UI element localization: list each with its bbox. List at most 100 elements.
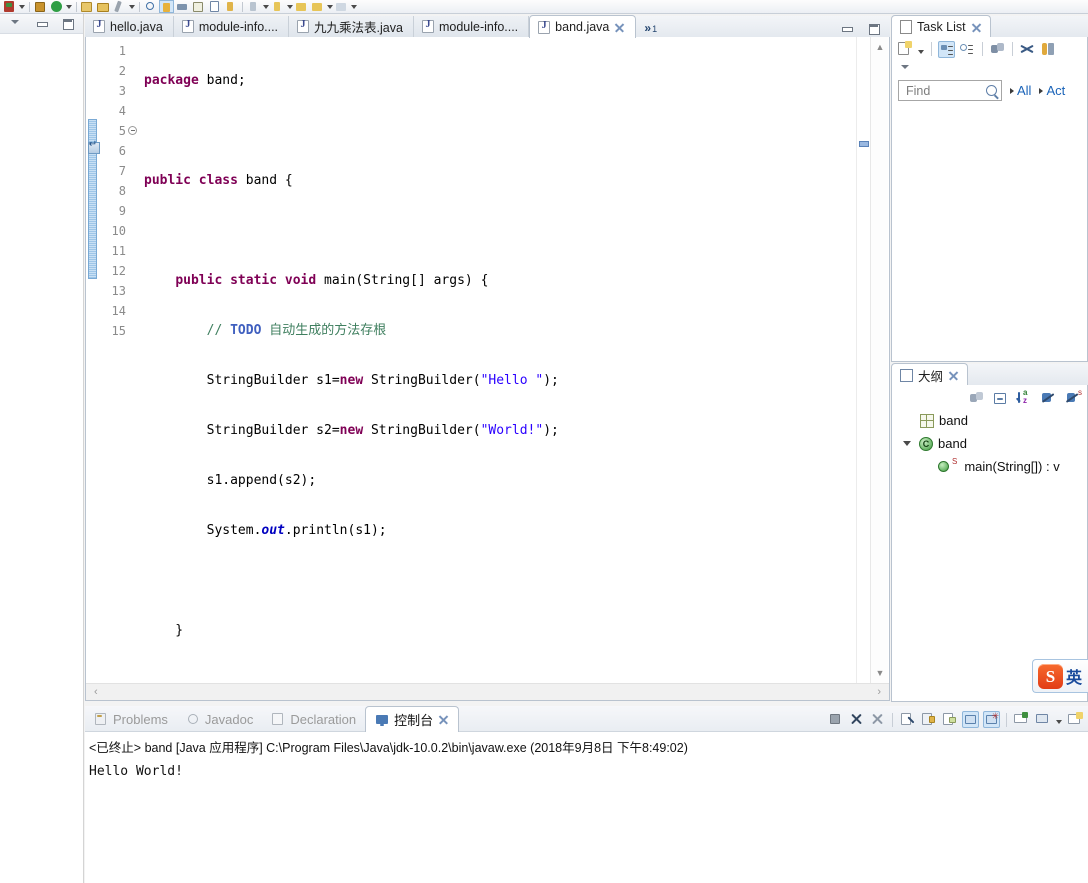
synchronize-changed-icon[interactable] bbox=[1019, 41, 1036, 58]
prev-annotation-dropdown-arrow-icon[interactable] bbox=[286, 0, 294, 13]
brush-dropdown-arrow-icon[interactable] bbox=[128, 0, 136, 13]
sogou-ime-indicator[interactable]: 英 bbox=[1032, 659, 1088, 693]
todo-task-marker-icon[interactable] bbox=[87, 139, 100, 154]
filter-link-activate[interactable]: Act bbox=[1039, 83, 1065, 98]
toolbar-search-button[interactable] bbox=[143, 0, 158, 13]
display-selected-console-icon[interactable] bbox=[1013, 711, 1030, 728]
editor-horizontal-scrollbar[interactable]: ‹ › bbox=[86, 683, 889, 700]
filter-link-all[interactable]: All bbox=[1010, 83, 1031, 98]
scroll-down-icon[interactable]: ▼ bbox=[871, 665, 889, 681]
close-icon[interactable] bbox=[614, 22, 625, 33]
editor-overview-ruler[interactable] bbox=[856, 37, 870, 700]
console-tab-label: Declaration bbox=[290, 711, 357, 727]
tab-problems[interactable]: Problems bbox=[85, 707, 177, 731]
last-edit-dropdown-arrow-icon[interactable] bbox=[350, 0, 358, 13]
console-tab-label: Problems bbox=[113, 711, 168, 727]
new-task-icon[interactable] bbox=[896, 40, 913, 58]
new-task-dropdown-arrow-icon[interactable] bbox=[917, 41, 925, 58]
overview-ruler-marker[interactable] bbox=[859, 141, 869, 147]
maximize-icon[interactable] bbox=[867, 22, 880, 35]
pin-console-icon[interactable]: ✳ bbox=[983, 711, 1000, 728]
editor-body[interactable]: 1 2 3 4 5 6 7 8 9 10 11 12 13 14 15 bbox=[85, 37, 890, 701]
scheduled-presentation-icon[interactable] bbox=[959, 41, 976, 58]
tab-task-list[interactable]: Task List bbox=[891, 15, 991, 38]
forward-dropdown-arrow-icon[interactable] bbox=[326, 0, 334, 13]
focus-on-active-task-icon[interactable] bbox=[968, 390, 985, 407]
chevron-double-right-icon: » bbox=[644, 21, 652, 35]
search-input[interactable]: Find bbox=[898, 80, 1002, 101]
categorized-presentation-icon[interactable] bbox=[938, 40, 955, 58]
restore-icon[interactable] bbox=[840, 22, 853, 35]
outline-tree-row-method[interactable]: S main(String[]) : v bbox=[892, 455, 1087, 478]
clear-console-icon[interactable] bbox=[899, 711, 916, 728]
close-icon[interactable] bbox=[948, 370, 959, 381]
outline-icon bbox=[207, 0, 222, 13]
toolbar-link-button[interactable] bbox=[175, 0, 190, 13]
toolbar-package-button[interactable] bbox=[191, 0, 206, 13]
run-dropdown-arrow-icon[interactable] bbox=[65, 0, 73, 13]
console-menu-arrow-icon[interactable] bbox=[1055, 711, 1063, 728]
word-wrap-icon[interactable] bbox=[941, 711, 958, 728]
toolbar-debug-button[interactable] bbox=[2, 0, 17, 13]
code-line: s1.append(s2); bbox=[144, 471, 889, 491]
scroll-right-icon[interactable]: › bbox=[877, 686, 881, 698]
tab-outline[interactable]: 大纲 bbox=[891, 363, 969, 386]
close-icon[interactable] bbox=[438, 714, 449, 725]
next-annotation-dropdown-arrow-icon[interactable] bbox=[262, 0, 270, 13]
editor-gutter[interactable] bbox=[86, 37, 100, 700]
console-body[interactable]: <已终止> band [Java 应用程序] C:\Program Files\… bbox=[85, 731, 1088, 883]
focus-on-workweek-icon[interactable] bbox=[989, 41, 1006, 58]
toolbar-marker-button[interactable] bbox=[223, 0, 238, 13]
tab-declaration[interactable]: Declaration bbox=[262, 707, 365, 731]
toolbar-last-edit-button[interactable] bbox=[334, 0, 349, 13]
scroll-left-icon[interactable]: ‹ bbox=[94, 686, 98, 698]
remove-all-launches-icon[interactable] bbox=[869, 711, 886, 728]
tab-javadoc[interactable]: Javadoc bbox=[177, 707, 262, 731]
maximize-icon[interactable] bbox=[61, 17, 74, 30]
toolbar-forward-button[interactable] bbox=[310, 0, 325, 13]
editor-tab-module-info-1[interactable]: module-info.... bbox=[173, 16, 290, 37]
toolbar-coverage-button[interactable] bbox=[33, 0, 48, 13]
toolbar-back-button[interactable] bbox=[294, 0, 309, 13]
line-number: 7 bbox=[118, 164, 126, 178]
remove-launch-icon[interactable] bbox=[848, 711, 865, 728]
show-console-on-output-icon[interactable] bbox=[962, 711, 979, 728]
toolbar-outline-button[interactable] bbox=[207, 0, 222, 13]
chevron-down-icon[interactable] bbox=[902, 438, 914, 450]
collapse-all-icon[interactable] bbox=[992, 390, 1009, 407]
terminate-icon[interactable] bbox=[827, 711, 844, 728]
editor-tab-hello-java[interactable]: hello.java bbox=[85, 16, 174, 37]
close-icon[interactable] bbox=[971, 22, 982, 33]
restore-icon[interactable] bbox=[35, 17, 48, 30]
search-icon[interactable] bbox=[986, 85, 997, 96]
editor-tab-overflow-button[interactable]: » 1 bbox=[636, 22, 663, 37]
find-similar-icon[interactable] bbox=[1040, 41, 1057, 58]
scroll-up-icon[interactable]: ▲ bbox=[871, 39, 889, 55]
editor-vertical-scrollbar[interactable]: ▲ ▼ bbox=[870, 37, 888, 683]
debug-dropdown-arrow-icon[interactable] bbox=[18, 0, 26, 13]
view-menu-icon[interactable] bbox=[899, 62, 912, 75]
tab-console[interactable]: 控制台 bbox=[365, 706, 460, 732]
editor-tab-band-java[interactable]: band.java bbox=[529, 15, 637, 38]
toolbar-open-button[interactable] bbox=[96, 0, 111, 13]
editor-tab-jiujiu-chengfabiao[interactable]: 九九乘法表.java bbox=[289, 16, 414, 37]
editor-tab-module-info-2[interactable]: module-info.... bbox=[413, 16, 530, 37]
toolbar-prev-annotation-button[interactable] bbox=[270, 0, 285, 13]
toolbar-next-annotation-button[interactable] bbox=[246, 0, 261, 13]
toolbar-highlight-button[interactable] bbox=[159, 0, 174, 13]
toolbar-brush-button[interactable] bbox=[112, 0, 127, 13]
toolbar-run-button[interactable] bbox=[49, 0, 64, 13]
scroll-lock-icon[interactable] bbox=[920, 711, 937, 728]
editor-code-area[interactable]: package band; public class band { public… bbox=[132, 37, 889, 700]
open-console-icon[interactable] bbox=[1034, 711, 1051, 728]
console-view: Problems Javadoc Declaration 控制台 ✳ <已终止>… bbox=[85, 706, 1088, 883]
new-console-view-icon[interactable] bbox=[1067, 711, 1084, 728]
minimize-icon[interactable] bbox=[9, 17, 22, 30]
outline-tree-row-package[interactable]: band bbox=[892, 409, 1087, 432]
outline-tree-row-class[interactable]: band bbox=[892, 432, 1087, 455]
toolbar-new-button[interactable] bbox=[80, 0, 95, 13]
hide-fields-icon[interactable] bbox=[1040, 390, 1057, 407]
hide-static-icon[interactable]: s bbox=[1064, 388, 1082, 407]
sort-icon[interactable]: a z bbox=[1016, 388, 1033, 407]
